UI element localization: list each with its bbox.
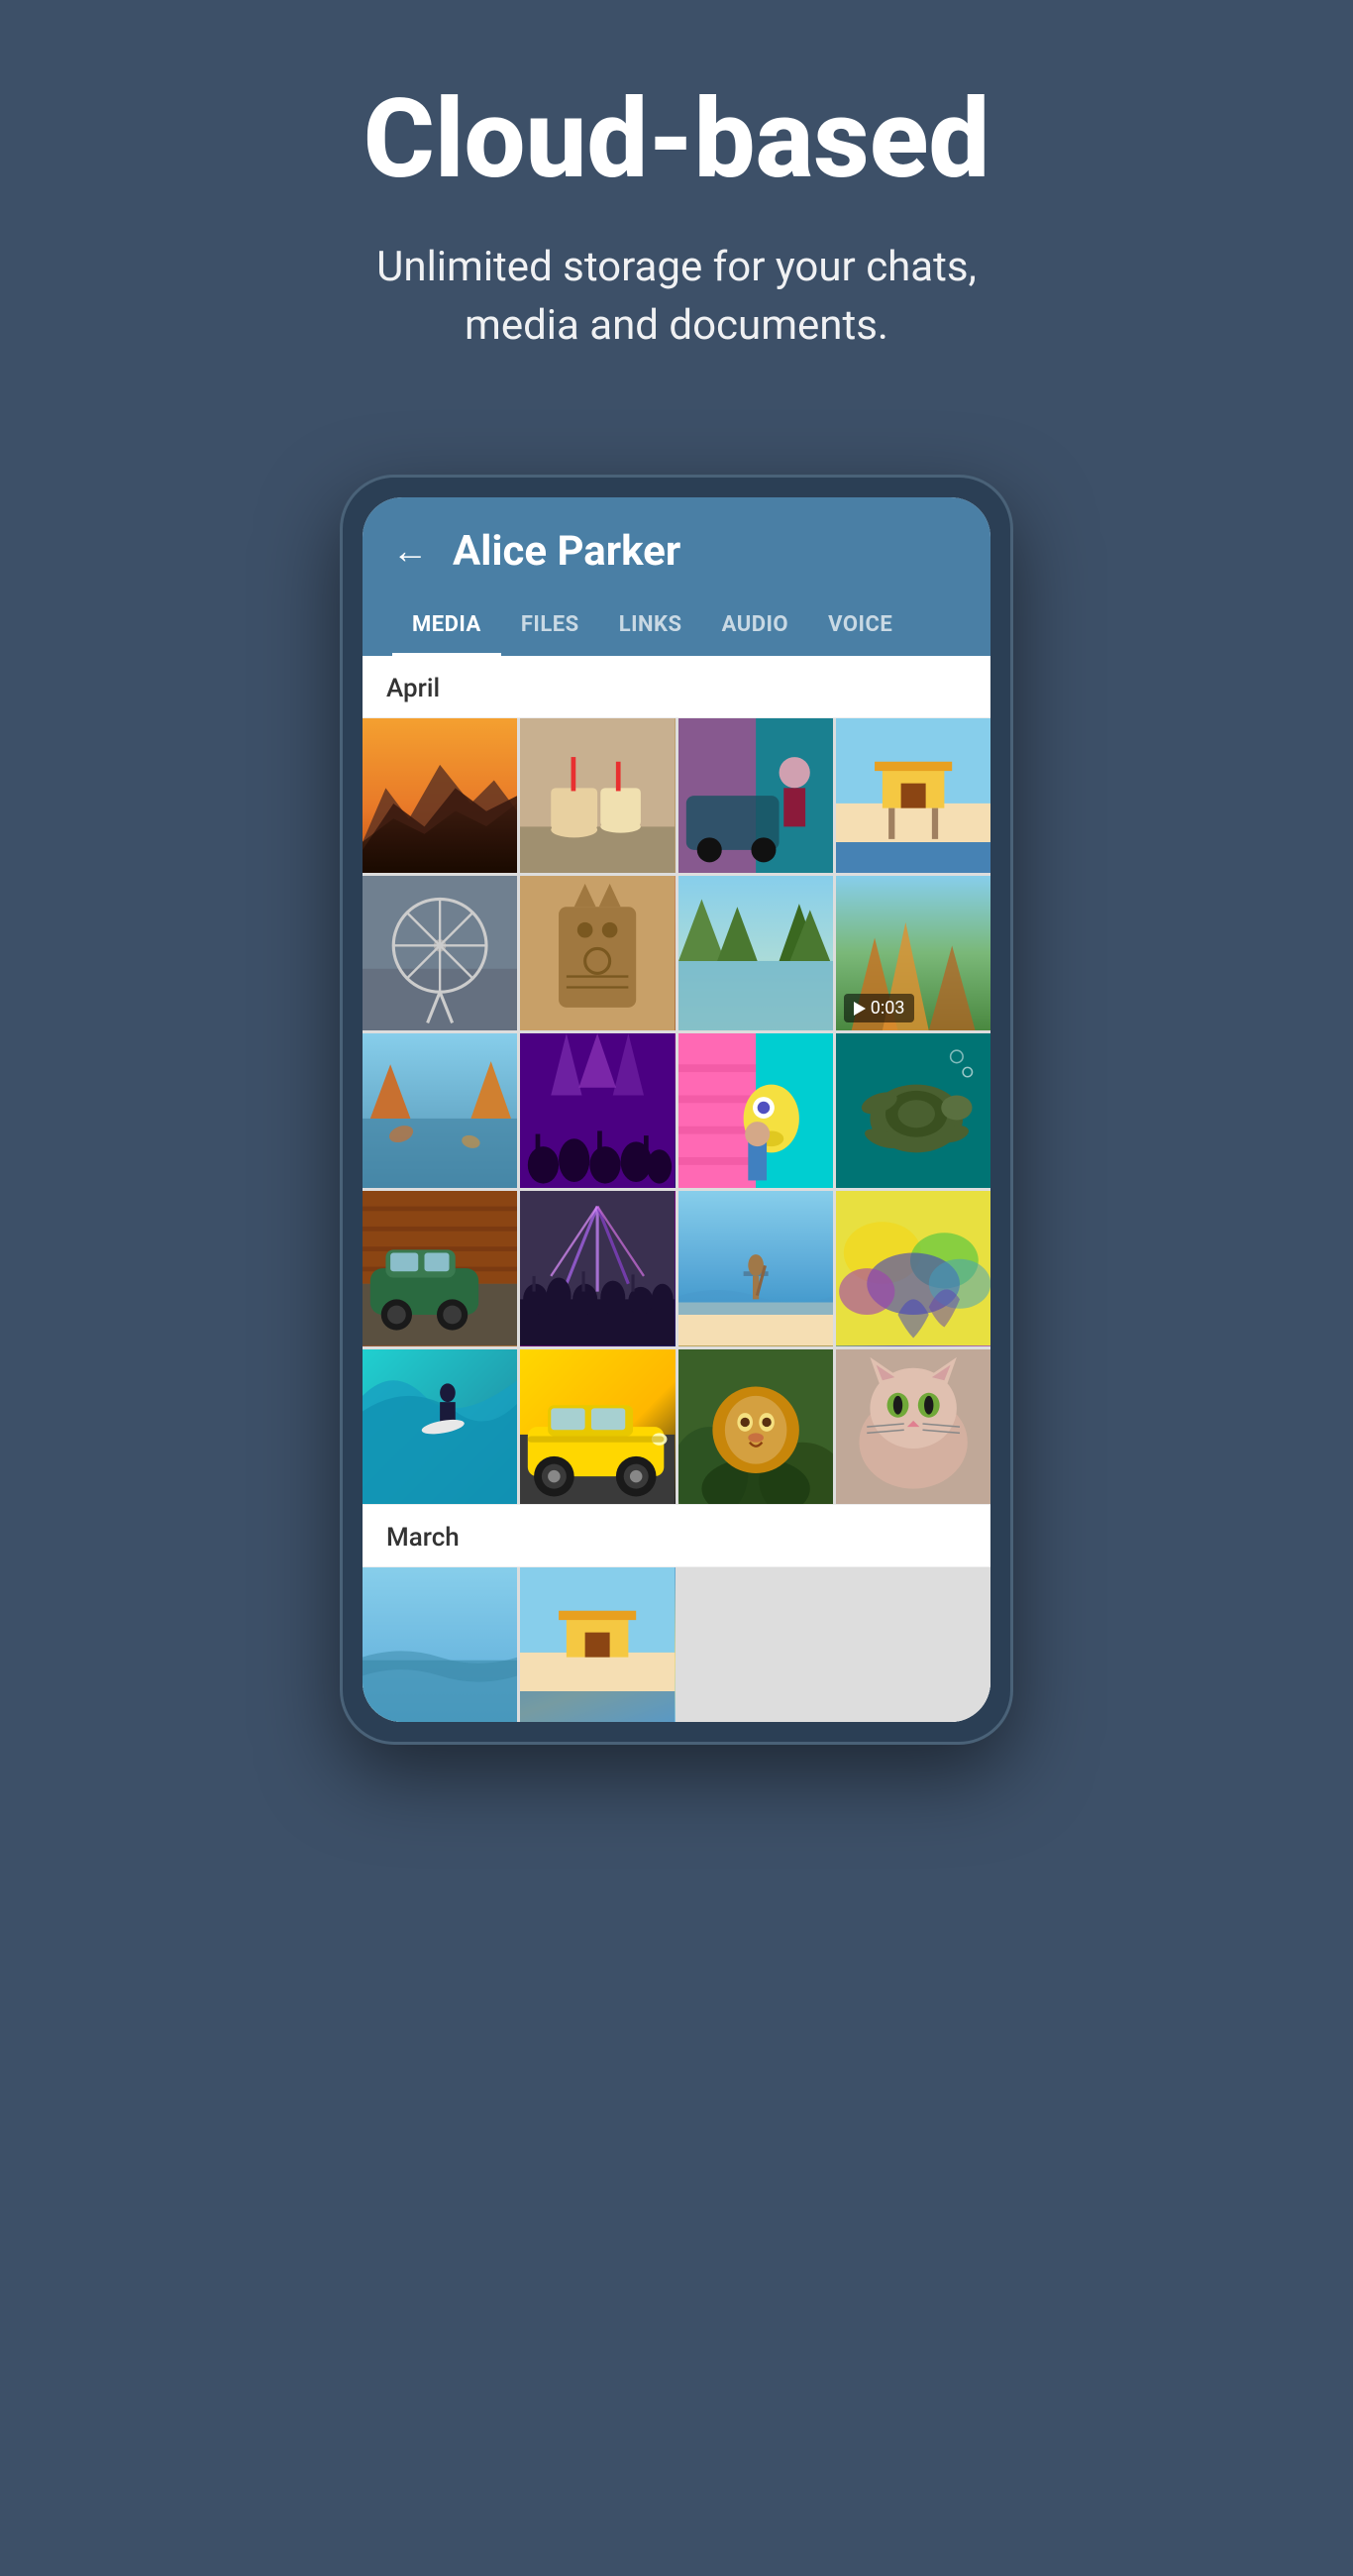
list-item[interactable] — [363, 876, 517, 1030]
list-item[interactable] — [836, 1191, 990, 1345]
list-item[interactable] — [520, 876, 675, 1030]
list-item[interactable] — [678, 876, 833, 1030]
tabs-bar: MEDIA FILES LINKS AUDIO VOICE — [392, 600, 961, 656]
list-item[interactable] — [363, 718, 517, 873]
video-duration: 0:03 — [871, 998, 905, 1019]
hero-section: Cloud-based Unlimited storage for your c… — [0, 0, 1353, 415]
chat-name: Alice Parker — [453, 527, 680, 576]
march-label: March — [363, 1504, 990, 1567]
list-item[interactable] — [520, 1033, 675, 1188]
march-photo-grid — [363, 1567, 990, 1722]
list-item[interactable] — [836, 1033, 990, 1188]
tab-audio[interactable]: AUDIO — [702, 600, 809, 656]
list-item[interactable] — [520, 718, 675, 873]
list-item[interactable] — [363, 1033, 517, 1188]
list-item[interactable] — [520, 1349, 675, 1504]
phone-mockup: ← Alice Parker MEDIA FILES LINKS AUDIO V… — [340, 475, 1013, 1746]
media-content: April — [363, 656, 990, 1723]
video-duration-badge: 0:03 — [844, 994, 915, 1022]
tab-links[interactable]: LINKS — [599, 600, 702, 656]
list-item[interactable] — [836, 1349, 990, 1504]
list-item[interactable] — [678, 1033, 833, 1188]
tab-files[interactable]: FILES — [501, 600, 599, 656]
list-item[interactable] — [520, 1567, 675, 1722]
back-button[interactable]: ← — [392, 530, 428, 572]
tab-voice[interactable]: VOICE — [808, 600, 912, 656]
list-item[interactable] — [836, 718, 990, 873]
march-section: March — [363, 1504, 990, 1722]
list-item[interactable] — [363, 1191, 517, 1345]
list-item[interactable] — [363, 1349, 517, 1504]
hero-title: Cloud-based — [40, 79, 1313, 199]
list-item[interactable] — [520, 1191, 675, 1345]
hero-subtitle: Unlimited storage for your chats, media … — [330, 239, 1023, 356]
phone-screen: ← Alice Parker MEDIA FILES LINKS AUDIO V… — [363, 497, 990, 1723]
april-photo-grid: 0:03 — [363, 718, 990, 1504]
chat-header: ← Alice Parker MEDIA FILES LINKS AUDIO V… — [363, 497, 990, 656]
list-item[interactable] — [363, 1567, 517, 1722]
list-item[interactable] — [678, 1191, 833, 1345]
april-label: April — [363, 656, 990, 718]
list-item[interactable] — [678, 1349, 833, 1504]
list-item[interactable] — [678, 718, 833, 873]
list-item[interactable]: 0:03 — [836, 876, 990, 1030]
tab-media[interactable]: MEDIA — [392, 600, 501, 656]
april-section: April — [363, 656, 990, 1504]
